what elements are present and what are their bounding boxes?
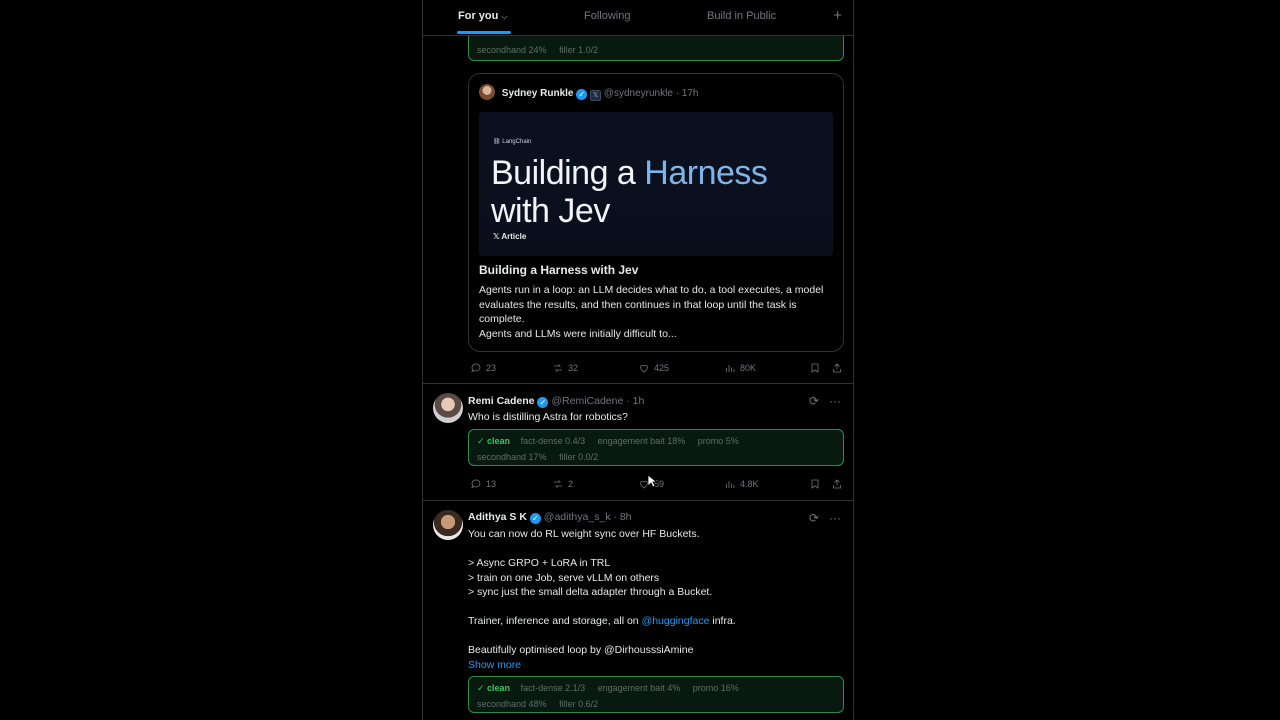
add-tab-button[interactable]: + bbox=[833, 7, 842, 24]
avatar[interactable] bbox=[433, 510, 463, 540]
more-options-icon[interactable]: ··· bbox=[829, 394, 841, 408]
post-header: Remi Cadene @RemiCadene · 1h bbox=[468, 395, 644, 408]
post-header-actions: ⟳ ··· bbox=[809, 511, 841, 525]
post-header: Adithya S K @adithya_s_k · 8h bbox=[468, 511, 632, 524]
timeline-tabs: For you ⌵ Following Build in Public + bbox=[423, 0, 853, 36]
reply-icon bbox=[471, 363, 481, 373]
article-cover-headline: Building a Harness with Jev bbox=[491, 154, 768, 230]
share-button[interactable] bbox=[831, 478, 843, 490]
timeline-column: For you ⌵ Following Build in Public + se… bbox=[422, 0, 854, 720]
grok-icon[interactable]: ⟳ bbox=[809, 394, 819, 408]
mouse-cursor-icon bbox=[647, 474, 657, 488]
classifier-box: ✓ clean fact-dense 0.4/3 engagement bait… bbox=[468, 429, 844, 466]
post-divider bbox=[423, 383, 853, 384]
post-text: You can now do RL weight sync over HF Bu… bbox=[468, 527, 838, 672]
classifier-status-badge: ✓ clean bbox=[477, 436, 511, 446]
article-title[interactable]: Building a Harness with Jev bbox=[479, 263, 638, 277]
reply-icon bbox=[471, 479, 481, 489]
classifier-box: ✓ clean fact-dense 2.1/3 engagement bait… bbox=[468, 676, 844, 713]
share-icon bbox=[833, 363, 841, 373]
reply-button[interactable]: 13 bbox=[470, 478, 496, 490]
analytics-icon bbox=[726, 365, 735, 372]
mention-link[interactable]: @huggingface bbox=[642, 615, 710, 627]
tab-following[interactable]: Following bbox=[584, 10, 630, 22]
post-time[interactable]: · 1h bbox=[626, 395, 644, 407]
verified-badge-icon bbox=[576, 89, 588, 100]
grok-icon[interactable]: ⟳ bbox=[809, 511, 819, 525]
reply-button[interactable]: 23 bbox=[470, 362, 496, 374]
quoted-author-name[interactable]: Sydney Runkle bbox=[502, 88, 574, 99]
author-name[interactable]: Remi Cadene bbox=[468, 395, 535, 407]
classifier-promo: promo 16% bbox=[692, 683, 739, 693]
post-time[interactable]: · 8h bbox=[613, 511, 631, 523]
post-header-actions: ⟳ ··· bbox=[809, 394, 841, 408]
bookmark-button[interactable] bbox=[809, 478, 821, 490]
classifier-filler: filler 1.0/2 bbox=[559, 45, 599, 55]
show-more-link[interactable]: Show more bbox=[468, 658, 838, 673]
repost-icon bbox=[554, 480, 562, 488]
like-button[interactable]: 425 bbox=[638, 362, 669, 374]
quoted-post-time[interactable]: · 17h bbox=[676, 88, 699, 99]
quoted-author-handle[interactable]: @sydneyrunkle bbox=[604, 88, 673, 99]
tab-build-in-public[interactable]: Build in Public bbox=[707, 10, 776, 22]
tab-active-indicator bbox=[457, 31, 511, 34]
avatar[interactable] bbox=[433, 393, 463, 423]
views-button[interactable]: 4.8K bbox=[724, 478, 759, 490]
share-icon bbox=[833, 479, 841, 489]
post-actions: 13 2 59 4.8K bbox=[468, 478, 848, 492]
classifier-engagement-bait: engagement bait 18% bbox=[597, 436, 686, 446]
author-handle[interactable]: @adithya_s_k bbox=[544, 511, 611, 523]
tab-for-you[interactable]: For you ⌵ bbox=[458, 10, 507, 22]
views-button[interactable]: 80K bbox=[724, 362, 756, 374]
langchain-icon: ⛓ bbox=[493, 139, 503, 145]
langchain-logo: ⛓ LangChain bbox=[493, 139, 532, 145]
author-name[interactable]: Adithya S K bbox=[468, 511, 527, 523]
more-options-icon[interactable]: ··· bbox=[829, 511, 841, 525]
bookmark-button[interactable] bbox=[809, 362, 821, 374]
heart-icon bbox=[640, 364, 648, 373]
post-actions: 23 32 425 80K bbox=[468, 362, 848, 376]
classifier-secondhand: secondhand 24% bbox=[477, 45, 547, 55]
classifier-promo: promo 5% bbox=[697, 436, 739, 446]
classifier-engagement-bait: engagement bait 4% bbox=[597, 683, 681, 693]
classifier-filler: filler 0.0/2 bbox=[559, 452, 599, 462]
article-cover-image[interactable]: ⛓ LangChain Building a Harness with Jev … bbox=[479, 112, 833, 256]
repost-button[interactable]: 32 bbox=[552, 362, 578, 374]
bookmark-icon bbox=[811, 363, 819, 373]
verified-badge-icon bbox=[537, 397, 549, 408]
share-button[interactable] bbox=[831, 362, 843, 374]
quoted-post-header: Sydney Runkle 𝕏 @sydneyrunkle · 17h bbox=[479, 84, 698, 101]
verified-badge-icon bbox=[529, 513, 541, 524]
author-handle[interactable]: @RemiCadene bbox=[551, 395, 623, 407]
analytics-icon bbox=[726, 481, 735, 488]
chevron-down-icon: ⌵ bbox=[501, 12, 508, 21]
classifier-secondhand: secondhand 17% bbox=[477, 452, 547, 462]
x-affiliate-badge-icon: 𝕏 bbox=[590, 90, 602, 101]
article-tag: 𝕏 Article bbox=[493, 232, 527, 241]
classifier-fact-dense: fact-dense 0.4/3 bbox=[520, 436, 586, 446]
repost-icon bbox=[554, 364, 562, 372]
classifier-fact-dense: fact-dense 2.1/3 bbox=[520, 683, 586, 693]
classifier-status-badge: ✓ clean bbox=[477, 683, 511, 693]
repost-button[interactable]: 2 bbox=[552, 478, 573, 490]
post-text: Who is distilling Astra for robotics? bbox=[468, 411, 628, 423]
article-excerpt: Agents run in a loop: an LLM decides wha… bbox=[479, 284, 824, 340]
post-divider bbox=[423, 500, 853, 501]
classifier-filler: filler 0.6/2 bbox=[559, 699, 599, 709]
avatar[interactable] bbox=[479, 84, 495, 100]
quoted-post-card[interactable]: Sydney Runkle 𝕏 @sydneyrunkle · 17h ⛓ La… bbox=[468, 73, 844, 352]
classifier-secondhand: secondhand 48% bbox=[477, 699, 547, 709]
bookmark-icon bbox=[811, 479, 819, 489]
